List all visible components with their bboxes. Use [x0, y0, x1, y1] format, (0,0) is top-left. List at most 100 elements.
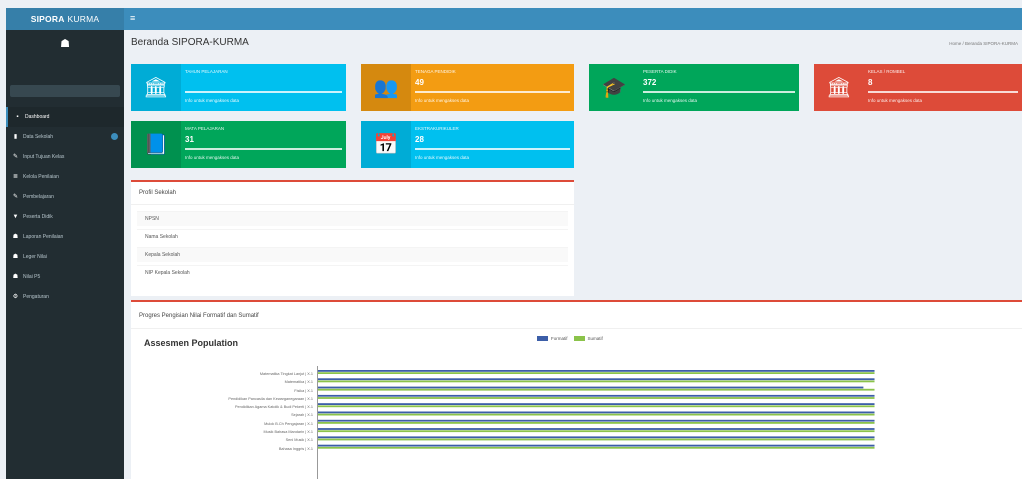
info-box-more-link[interactable]: Info untuk mengakses data [643, 98, 697, 103]
chart-y-labels: Matematika Tingkat Lanjut | X.1 Matematik… [131, 370, 316, 453]
chart-bar-sumatif[interactable] [318, 388, 875, 391]
info-box-tahun-pelajaran[interactable]: 🏛 Tahun Pelajaran Info untuk mengakses d… [131, 64, 346, 111]
chart-bar-formatif[interactable] [318, 370, 875, 372]
profile-row-label: NPSN [145, 216, 159, 222]
chart-bar-formatif[interactable] [318, 378, 875, 381]
sidebar-item-label: Kelola Penilaian [23, 174, 59, 180]
chart-bar-sumatif[interactable] [318, 446, 875, 449]
profile-row-npsn: NPSN [137, 211, 568, 226]
sidebar-item-peserta-didik[interactable]: ▼ Peserta Didik [6, 207, 124, 227]
info-box-label: Tenaga Pendidik [415, 69, 456, 74]
info-box-more-link[interactable]: Info untuk mengakses data [185, 98, 239, 103]
chart-category-label: Pendidikan Pancasila dan Kewarganegaraan… [228, 396, 313, 401]
chart-legend: Formatif Sumatif [537, 336, 609, 341]
sidebar: ☗ ▪ Dashboard ▮ Data Sekolah ✎ Input Tujuan… [6, 30, 124, 479]
chart-bar-formatif[interactable] [318, 394, 875, 397]
report-icon: ☗ [12, 233, 19, 240]
chart-plot-area [318, 370, 875, 449]
legend-swatch [537, 336, 548, 341]
app-logo[interactable]: SIPORA KURMA [6, 8, 124, 30]
chart-category-label: Matematika Tingkat Lanjut | X.1 [259, 372, 313, 376]
sidebar-item-pengaturan[interactable]: ⚙ Pengaturan [6, 287, 124, 307]
logo-thin: KURMA [67, 14, 100, 24]
info-box-progress [643, 91, 795, 93]
info-box-mata-pelajaran[interactable]: 📘 Mata Pelajaran 31 Info untuk mengakses… [131, 121, 346, 168]
progress-chart-box: Progres Pengisian Nilai Formatif dan Sum… [131, 300, 1022, 479]
chart-bar-sumatif[interactable] [318, 397, 875, 399]
chart-bar-formatif[interactable] [318, 436, 875, 439]
info-box-progress [415, 148, 570, 150]
info-box-more-link[interactable]: Info untuk mengakses data [415, 98, 469, 103]
logo-bold: SIPORA [30, 14, 65, 24]
chart-bar-formatif[interactable] [318, 411, 875, 414]
profile-row-kepala-sekolah: Kepala Sekolah [137, 247, 568, 262]
info-box-progress [185, 148, 342, 150]
info-box-more-link[interactable]: Info untuk mengakses data [868, 98, 922, 103]
info-box-more-link[interactable]: Info untuk mengakses data [415, 155, 469, 160]
sidebar-item-input-tujuan[interactable]: ✎ Input Tujuan Kelas [6, 147, 124, 167]
star-icon: ☗ [12, 273, 19, 280]
sidebar-menu: ▪ Dashboard ▮ Data Sekolah ✎ Input Tujuan K… [6, 107, 124, 307]
divider [131, 328, 1022, 329]
sidebar-search-input[interactable] [10, 85, 120, 97]
info-box-ekstrakurikuler[interactable]: 📅 Ekstrakurikuler 28 Info untuk mengakse… [361, 121, 574, 168]
graduation-cap-icon: 🎓 [601, 77, 627, 99]
chart-bar-formatif[interactable] [318, 419, 875, 422]
sidebar-item-laporan[interactable]: ☗ Laporan Penilaian [6, 227, 124, 247]
chart-bar-sumatif[interactable] [318, 422, 875, 424]
info-box-label: Tahun Pelajaran [185, 69, 228, 74]
chart-bar-formatif[interactable] [318, 444, 875, 447]
info-box-peserta-didik[interactable]: 🎓 Peserta Didik 372 Info untuk mengakses… [589, 64, 799, 111]
sidebar-item-dashboard[interactable]: ▪ Dashboard [6, 107, 124, 127]
profile-row-label: NIP Kepala Sekolah [145, 270, 190, 276]
chart-bar-sumatif[interactable] [318, 413, 875, 416]
dashboard-icon: ▪ [16, 113, 19, 120]
chart-bar-sumatif[interactable] [318, 372, 875, 374]
page-title-text: Beranda SIPORA-KURMA [131, 37, 249, 48]
chart-bar-formatif[interactable] [318, 428, 875, 430]
chart-bar-sumatif[interactable] [318, 438, 875, 441]
user-icon: ▼ [12, 213, 19, 220]
chart-bar-sumatif[interactable] [318, 405, 875, 408]
info-box-kelas-rombel[interactable]: 🏛 Kelas / Rombel 8 Info untuk mengakses … [814, 64, 1022, 111]
legend-item-formatif[interactable]: Formatif [537, 336, 568, 341]
chart-bar-formatif[interactable] [318, 403, 875, 405]
divider [131, 204, 574, 205]
sidebar-item-label: Peserta Didik [23, 214, 53, 220]
chart-bar-sumatif[interactable] [318, 380, 875, 383]
chart-category-label: Pendidikan Agama Katolik & Budi Pekerti … [234, 405, 313, 410]
info-box-value: 49 [415, 78, 424, 87]
chart-category-label: Bahasa Inggris | X.1 [278, 446, 313, 451]
sidebar-item-data-sekolah[interactable]: ▮ Data Sekolah [6, 127, 124, 147]
book-icon: 📘 [131, 121, 181, 168]
sidebar-item-leger[interactable]: ☗ Leger Nilai [6, 247, 124, 267]
info-box-value: 372 [643, 78, 657, 87]
book-icon: ✎ [12, 193, 19, 200]
info-box-more-link[interactable]: Info untuk mengakses data [185, 155, 239, 160]
profile-box: Profil Sekolah NPSN Nama Sekolah Kepala … [131, 180, 574, 296]
profile-row-label: Nama Sekolah [145, 234, 178, 240]
top-navbar: ≡ [124, 8, 1022, 30]
chart-category-label: Fisika | X.1 [294, 388, 313, 393]
menu-toggle-icon[interactable]: ≡ [130, 14, 139, 23]
chart-bar-sumatif[interactable] [318, 430, 875, 433]
info-box-value: 8 [868, 78, 873, 87]
sidebar-item-label: Nilai P5 [23, 274, 41, 280]
chart-category-label: Matematika | X.1 [284, 380, 313, 385]
info-box-tenaga-pendidik[interactable]: 👥 Tenaga Pendidik 49 Info untuk mengakse… [361, 64, 574, 111]
calendar-icon: 📅 [361, 121, 411, 168]
legend-item-sumatif[interactable]: Sumatif [573, 336, 603, 341]
table-icon: ☗ [12, 253, 19, 260]
info-box-label: Peserta Didik [643, 69, 677, 74]
sidebar-item-label: Dashboard [25, 114, 50, 120]
sidebar-item-pembelajaran[interactable]: ✎ Pembelajaran [6, 187, 124, 207]
info-box-value: 31 [185, 135, 194, 144]
sidebar-item-nilai-p5[interactable]: ☗ Nilai P5 [6, 267, 124, 287]
chart-category-label: Mulok B.Ch Pengajaran | X.1 [264, 421, 313, 426]
chart-bar-formatif[interactable] [318, 386, 864, 389]
page-title: Beranda SIPORA-KURMA [131, 37, 253, 48]
sidebar-item-kelola-penilaian[interactable]: ≣ Kelola Penilaian [6, 167, 124, 187]
sidebar-item-label: Laporan Penilaian [23, 234, 64, 240]
breadcrumb[interactable]: Home / Beranda SIPORA-KURMA [949, 41, 1018, 46]
info-box-progress [185, 91, 342, 93]
